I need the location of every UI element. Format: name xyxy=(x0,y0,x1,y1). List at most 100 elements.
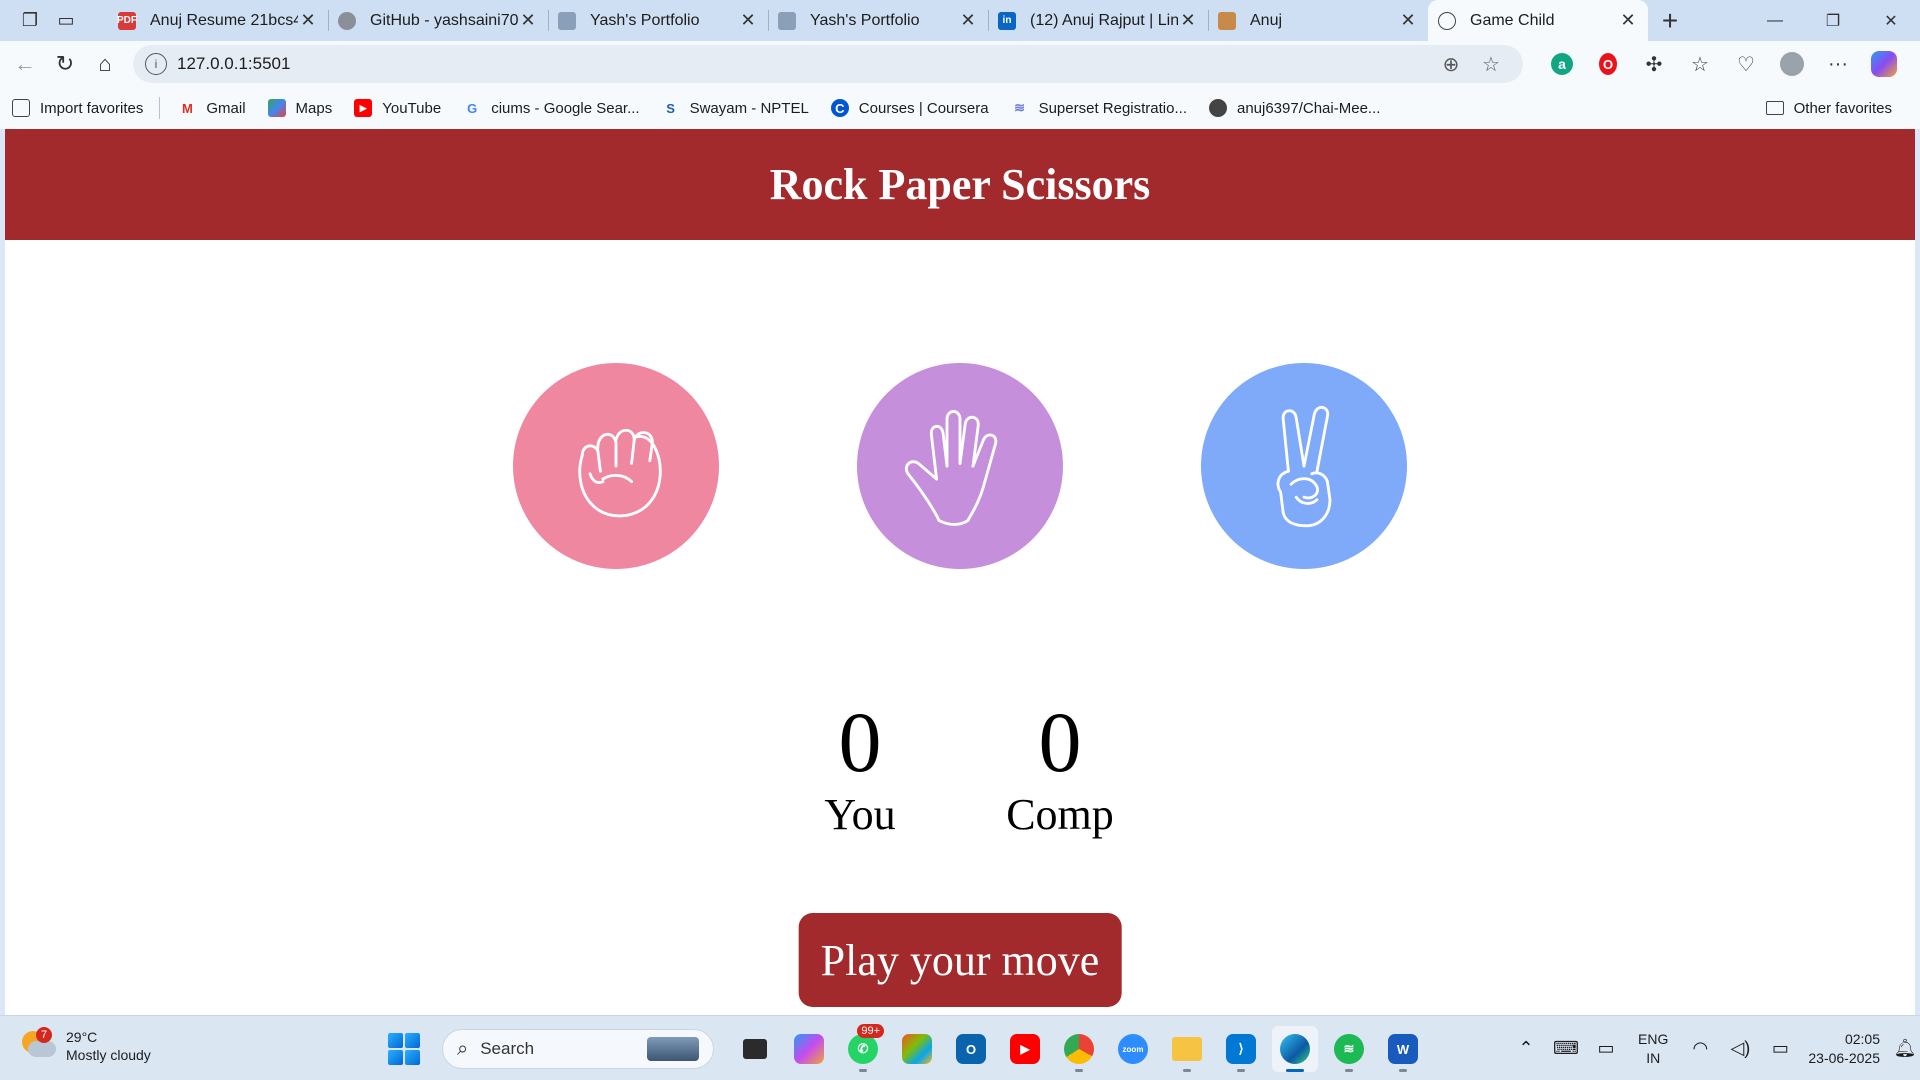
clock-date: 23-06-2025 xyxy=(1808,1049,1880,1066)
battery-icon[interactable]: ▭ xyxy=(1760,1038,1800,1059)
close-tab-icon[interactable]: ✕ xyxy=(518,10,538,31)
scissors-icon xyxy=(1276,406,1332,528)
start-icon[interactable] xyxy=(388,1033,420,1065)
scissors-choice[interactable] xyxy=(1201,363,1407,569)
site-info-icon[interactable]: i xyxy=(145,53,167,75)
clock-time: 02:05 xyxy=(1844,1030,1880,1047)
gmail-icon: M xyxy=(181,100,193,116)
volume-icon[interactable]: ◁) xyxy=(1720,1038,1760,1059)
user-score: 0 xyxy=(838,694,882,790)
m365-icon[interactable] xyxy=(894,1026,940,1072)
copilot-app-icon[interactable] xyxy=(786,1026,832,1072)
close-tab-icon[interactable]: ✕ xyxy=(1618,10,1638,31)
favorite-github-repo[interactable]: anuj6397/Chai-Mee... xyxy=(1197,99,1390,117)
weather-widget[interactable]: 7 29°C Mostly cloudy xyxy=(22,1027,151,1064)
url-text[interactable]: 127.0.0.1:5501 xyxy=(177,54,1431,74)
extension-a-icon[interactable]: a xyxy=(1539,53,1585,75)
rock-choice[interactable] xyxy=(513,363,719,569)
favorite-swayam[interactable]: S Swayam - NPTEL xyxy=(650,99,819,117)
weather-badge: 7 xyxy=(36,1027,52,1043)
keyboard-icon[interactable]: ⌨ xyxy=(1546,1038,1586,1059)
scoreboard: 0 You 0 Comp xyxy=(5,699,1915,840)
extensions-icon[interactable]: ✣ xyxy=(1631,52,1677,77)
github-icon xyxy=(1208,99,1227,117)
close-tab-icon[interactable]: ✕ xyxy=(1398,10,1418,31)
workspaces-icon[interactable]: ❐ xyxy=(12,5,48,37)
favorite-coursera[interactable]: C Courses | Coursera xyxy=(819,99,999,117)
close-tab-icon[interactable]: ✕ xyxy=(958,10,978,31)
search-highlight-icon xyxy=(647,1037,699,1061)
chevron-up-icon[interactable]: ⌃ xyxy=(1506,1038,1546,1059)
copilot-icon[interactable] xyxy=(1861,51,1907,77)
favorites-icon[interactable]: ☆ xyxy=(1677,52,1723,77)
favorite-label: Swayam - NPTEL xyxy=(689,99,809,117)
whatsapp-icon[interactable]: ✆ 99+ xyxy=(840,1024,886,1072)
tab-game-child[interactable]: Game Child ✕ xyxy=(1428,0,1648,41)
task-view-icon[interactable] xyxy=(732,1026,778,1072)
favorite-youtube[interactable]: ▶ YouTube xyxy=(342,99,451,117)
taskbar: 7 29°C Mostly cloudy ⌕ Search ✆ 99+ O ▶ z… xyxy=(0,1015,1920,1080)
window-controls: — ❐ ✕ xyxy=(1746,0,1920,41)
adblock-icon[interactable]: O xyxy=(1585,53,1631,75)
close-tab-icon[interactable]: ✕ xyxy=(298,10,318,31)
favorite-import[interactable]: Import favorites xyxy=(0,99,153,117)
tab-yash-portfolio-1[interactable]: Yash's Portfolio ✕ xyxy=(548,0,768,41)
favorite-label: ciums - Google Sear... xyxy=(491,99,640,117)
tab-anuj-resume[interactable]: PDF Anuj Resume 21bcs46 ✕ xyxy=(108,0,328,41)
game-header: Rock Paper Scissors xyxy=(5,129,1915,240)
file-explorer-icon[interactable] xyxy=(1164,1026,1210,1072)
superset-icon: ≋ xyxy=(1014,100,1026,115)
close-tab-icon[interactable]: ✕ xyxy=(738,10,758,31)
refresh-icon[interactable]: ↻ xyxy=(45,44,85,84)
chrome-icon[interactable] xyxy=(1056,1026,1102,1072)
weather-temp: 29°C xyxy=(66,1029,98,1045)
tab-title: GitHub - yashsaini706 xyxy=(370,11,518,29)
more-menu-icon[interactable]: ··· xyxy=(1815,53,1861,76)
language-indicator[interactable]: ENG IN xyxy=(1638,1030,1668,1068)
favorite-star-icon[interactable]: ☆ xyxy=(1471,52,1511,77)
notifications-icon[interactable]: 🔔︎ xyxy=(1890,1038,1920,1059)
close-tab-icon[interactable]: ✕ xyxy=(1178,10,1198,31)
minimize-icon[interactable]: — xyxy=(1746,0,1804,41)
new-tab-button[interactable]: + xyxy=(1648,0,1692,41)
home-icon[interactable]: ⌂ xyxy=(85,44,125,84)
zoom-icon[interactable]: ⊕ xyxy=(1431,52,1471,77)
other-favorites[interactable]: Other favorites xyxy=(1754,87,1902,129)
back-icon[interactable]: ← xyxy=(5,44,45,84)
favorite-superset[interactable]: ≋ Superset Registratio... xyxy=(999,99,1197,117)
folder-icon xyxy=(1765,101,1784,115)
coursera-icon: C xyxy=(830,99,849,117)
profile-avatar[interactable] xyxy=(1769,52,1815,76)
edge-icon[interactable] xyxy=(1272,1026,1318,1072)
taskbar-search[interactable]: ⌕ Search xyxy=(442,1029,714,1069)
tab-title: Anuj xyxy=(1250,11,1283,29)
import-icon xyxy=(12,99,30,117)
tab-yash-portfolio-2[interactable]: Yash's Portfolio ✕ xyxy=(768,0,988,41)
restore-icon[interactable]: ❐ xyxy=(1804,0,1862,41)
favorite-google-search[interactable]: G ciums - Google Sear... xyxy=(451,99,649,117)
tab-linkedin[interactable]: in (12) Anuj Rajput | Link ✕ xyxy=(988,0,1208,41)
wifi-icon[interactable]: ◠ xyxy=(1680,1038,1720,1059)
youtube-app-icon[interactable]: ▶ xyxy=(1002,1026,1048,1072)
favorite-maps[interactable]: Maps xyxy=(256,99,343,117)
word-icon[interactable]: W xyxy=(1380,1026,1426,1072)
spotify-icon[interactable]: ≋ xyxy=(1326,1026,1372,1072)
close-window-icon[interactable]: ✕ xyxy=(1862,0,1920,41)
clock[interactable]: 02:05 23-06-2025 xyxy=(1808,1030,1880,1068)
display-icon[interactable]: ▭ xyxy=(1586,1038,1626,1059)
tab-github[interactable]: GitHub - yashsaini706 ✕ xyxy=(328,0,548,41)
vscode-icon[interactable]: ⟩ xyxy=(1218,1026,1264,1072)
paper-choice[interactable] xyxy=(857,363,1063,569)
tab-actions-icon[interactable]: ▭ xyxy=(48,5,84,37)
github-icon xyxy=(338,11,356,30)
outlook-icon[interactable]: O xyxy=(948,1026,994,1072)
address-bar[interactable]: i 127.0.0.1:5501 ⊕ ☆ xyxy=(133,45,1523,83)
browser-essentials-icon[interactable]: ♡ xyxy=(1723,52,1769,77)
tab-title: Anuj Resume 21bcs46 xyxy=(150,11,298,29)
tab-anuj[interactable]: Anuj ✕ xyxy=(1208,0,1428,41)
zoom-icon[interactable]: zoom xyxy=(1110,1026,1156,1072)
weather-icon: 7 xyxy=(22,1027,56,1061)
favorites-bar: Import favorites M Gmail Maps ▶ YouTube … xyxy=(0,87,1920,129)
favorite-gmail[interactable]: M Gmail xyxy=(166,99,255,117)
taskbar-apps: ⌕ Search ✆ 99+ O ▶ zoom ⟩ ≋ W xyxy=(388,1024,1430,1072)
